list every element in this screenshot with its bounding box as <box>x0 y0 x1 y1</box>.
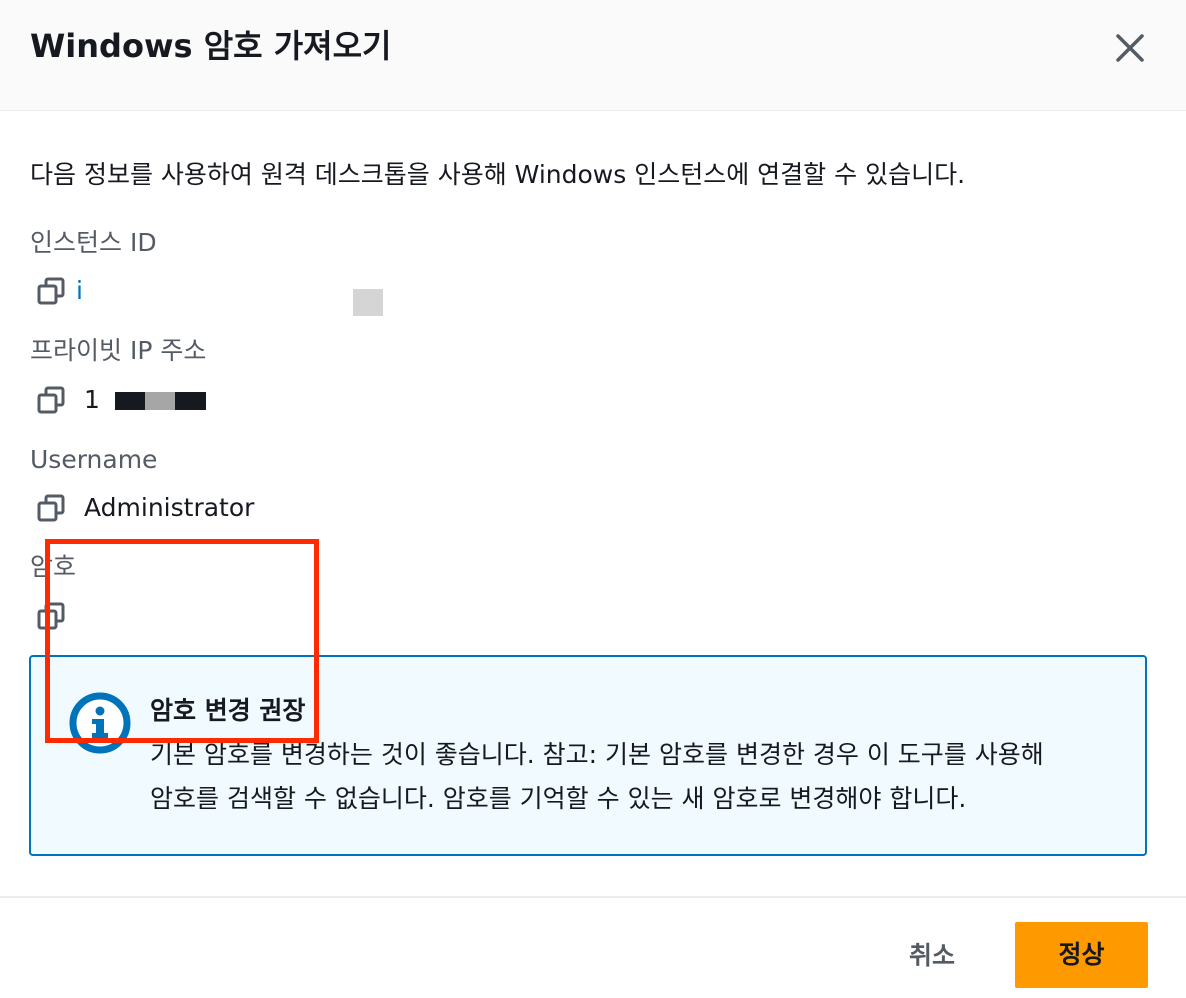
username-value: Administrator <box>84 493 255 522</box>
copy-icon <box>37 386 65 414</box>
highlight-annotation-box <box>45 539 319 743</box>
alert-body-line-1: 기본 암호를 변경하는 것이 좋습니다. 참고: 기본 암호를 변경한 경우 이… <box>150 740 1044 769</box>
modal-title: Windows 암호 가져오기 <box>30 27 392 65</box>
cancel-button[interactable]: 취소 <box>880 928 984 984</box>
copy-icon <box>37 277 65 305</box>
modal-header: Windows 암호 가져오기 <box>0 0 1186 111</box>
footer-divider <box>0 896 1186 898</box>
redaction-mark <box>175 392 206 410</box>
redaction-mark <box>115 392 145 410</box>
redaction-mark <box>353 289 383 316</box>
ok-button[interactable]: 정상 <box>1015 922 1148 988</box>
copy-instance-id-button[interactable] <box>36 276 66 306</box>
close-button[interactable] <box>1108 26 1152 70</box>
copy-icon <box>37 494 65 522</box>
copy-username-button[interactable] <box>36 493 66 523</box>
instance-id-value[interactable]: i <box>76 274 83 308</box>
close-icon <box>1116 34 1144 62</box>
redaction-mark <box>145 392 175 410</box>
username-label: Username <box>30 445 158 474</box>
alert-body-line-2: 암호를 검색할 수 없습니다. 암호를 기억할 수 있는 새 암호로 변경해야 … <box>150 784 967 813</box>
modal-description: 다음 정보를 사용하여 원격 데스크톱을 사용해 Windows 인스턴스에 연… <box>30 160 966 189</box>
get-windows-password-modal: Windows 암호 가져오기 다음 정보를 사용하여 원격 데스크톱을 사용해… <box>0 0 1186 998</box>
instance-id-label: 인스턴스 ID <box>30 228 157 257</box>
private-ip-value: 1 <box>84 385 100 414</box>
private-ip-label: 프라이빗 IP 주소 <box>30 336 207 365</box>
copy-private-ip-button[interactable] <box>36 385 66 415</box>
